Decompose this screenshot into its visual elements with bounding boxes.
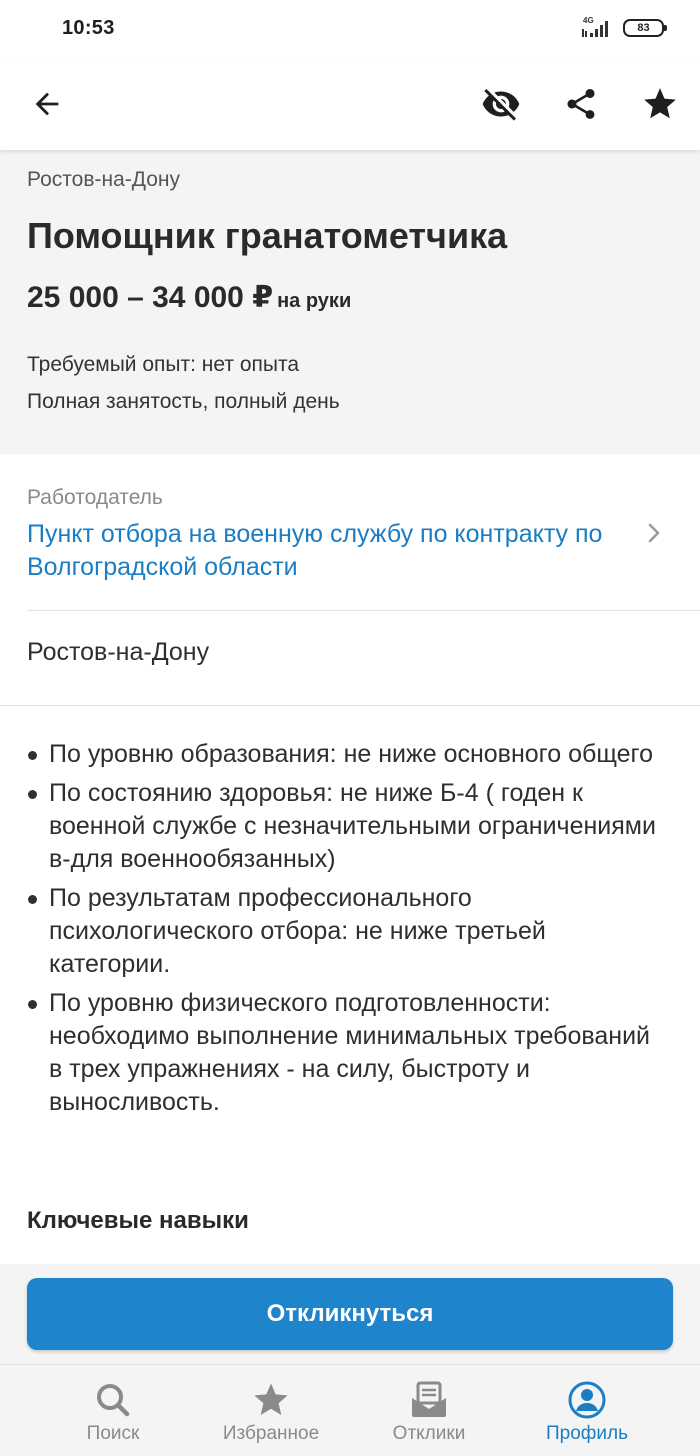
hide-vacancy-button[interactable] bbox=[481, 84, 521, 124]
key-skills-heading: Ключевые навыки bbox=[27, 1207, 249, 1234]
list-item: По результатам профессионального психоло… bbox=[27, 882, 667, 981]
nav-item-search[interactable]: Поиск bbox=[38, 1365, 188, 1456]
list-item: По состоянию здоровья: не ниже Б-4 ( год… bbox=[27, 777, 667, 876]
network-type: 4G bbox=[583, 16, 594, 25]
nav-label: Отклики bbox=[392, 1423, 466, 1444]
divider bbox=[0, 705, 700, 706]
apply-bar: Откликнуться bbox=[0, 1264, 700, 1364]
vacancy-location: Ростов-на-Дону bbox=[27, 638, 210, 666]
nav-item-responses[interactable]: Отклики bbox=[354, 1365, 504, 1456]
vacancy-title: Помощник гранатометчика bbox=[27, 215, 508, 256]
employment-text: Полная занятость, полный день bbox=[27, 390, 340, 413]
signal-icon: 4G bbox=[581, 16, 615, 39]
nav-label: Избранное bbox=[222, 1423, 320, 1444]
employer-row[interactable]: Работодатель Пункт отбора на военную слу… bbox=[0, 466, 700, 611]
status-bar: 10:53 4G 83 bbox=[0, 0, 700, 58]
status-time: 10:53 bbox=[62, 17, 115, 39]
star-icon bbox=[254, 1383, 288, 1415]
employer-label: Работодатель bbox=[27, 486, 163, 509]
profile-icon bbox=[568, 1381, 606, 1419]
battery-level: 83 bbox=[637, 22, 650, 34]
vacancy-header: Ростов-на-Дону Помощник гранатометчика 2… bbox=[0, 150, 700, 454]
share-button[interactable] bbox=[561, 84, 601, 124]
requirements-list: По уровню образования: не ниже основного… bbox=[27, 738, 667, 1125]
chevron-right-icon bbox=[648, 523, 660, 543]
list-item: По уровню физического подготовленности: … bbox=[27, 987, 667, 1119]
divider bbox=[27, 610, 700, 611]
nav-label: Поиск bbox=[86, 1423, 140, 1444]
nav-label: Профиль bbox=[545, 1423, 629, 1444]
list-item: По уровню образования: не ниже основного… bbox=[27, 738, 667, 771]
star-icon bbox=[644, 88, 676, 119]
vacancy-city: Ростов-на-Дону bbox=[27, 168, 180, 191]
employer-name-link[interactable]: Пункт отбора на военную службу по контра… bbox=[27, 518, 627, 584]
battery-icon: 83 bbox=[623, 19, 667, 37]
experience-text: Требуемый опыт: нет опыта bbox=[27, 353, 300, 376]
share-icon bbox=[567, 89, 595, 119]
eye-off-icon bbox=[482, 89, 520, 121]
nav-item-profile[interactable]: Профиль bbox=[512, 1365, 662, 1456]
favorite-button[interactable] bbox=[640, 84, 680, 124]
top-toolbar bbox=[0, 58, 700, 150]
salary-range: 25 000 – 34 000 ₽ bbox=[27, 281, 274, 314]
bottom-navigation: Поиск Избранное Отклики Профиль bbox=[0, 1364, 700, 1456]
vacancy-salary: 25 000 – 34 000 ₽ на руки bbox=[27, 280, 351, 315]
salary-note: на руки bbox=[277, 290, 352, 312]
arrow-left-icon bbox=[35, 92, 59, 116]
search-icon bbox=[97, 1384, 130, 1417]
apply-button[interactable]: Откликнуться bbox=[27, 1278, 673, 1350]
back-button[interactable] bbox=[27, 84, 67, 124]
responses-icon bbox=[412, 1381, 446, 1417]
nav-item-favorites[interactable]: Избранное bbox=[196, 1365, 346, 1456]
